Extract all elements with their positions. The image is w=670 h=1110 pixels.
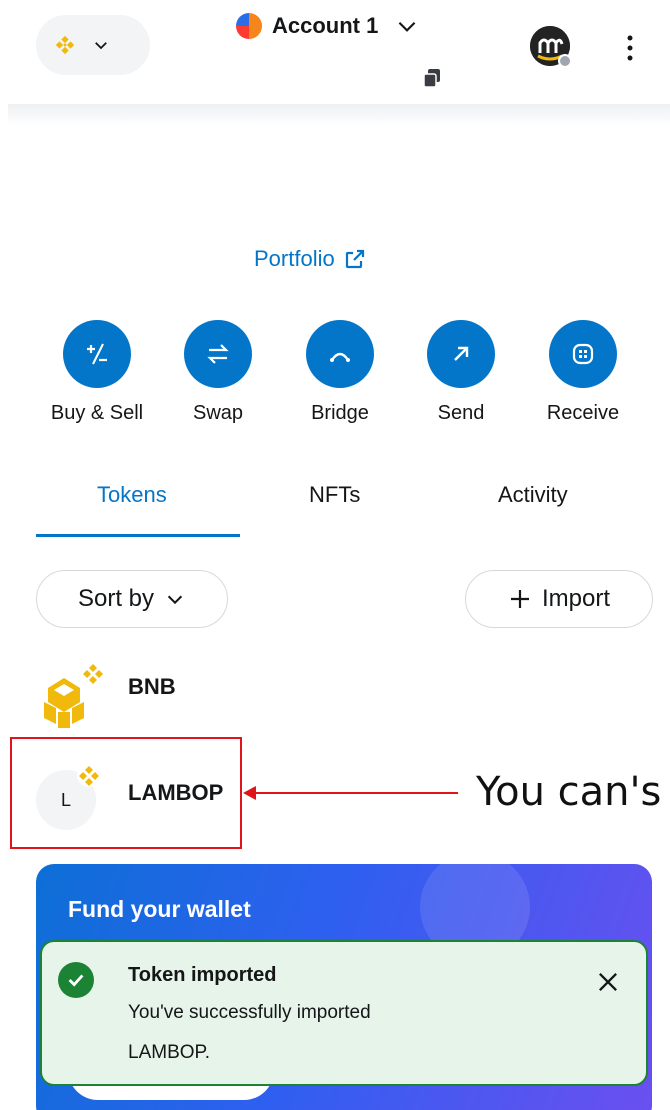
arrow-up-right-icon [454,346,469,361]
action-swap[interactable]: Swap [158,320,278,425]
bridge-button[interactable] [306,320,374,388]
close-icon[interactable] [594,968,622,996]
portfolio-link[interactable]: Portfolio [254,246,367,272]
buy-sell-button[interactable] [63,320,131,388]
action-receive[interactable]: Receive [523,320,643,425]
copy-icon[interactable] [420,66,444,90]
external-link-icon [345,249,364,269]
chevron-down-icon [399,21,416,32]
chevron-down-icon [95,42,107,50]
tab-nfts[interactable]: NFTs [309,482,360,508]
action-label: Receive [546,402,620,424]
action-label: Bridge [311,402,369,424]
account-name: Account 1 [272,13,379,38]
plus-icon [510,590,529,608]
active-tab-indicator [36,534,240,537]
action-label: Buy & Sell [50,402,144,424]
toast-title: Token imported [128,964,277,986]
network-selector[interactable] [36,15,150,75]
bridge-icon [330,352,350,362]
annotation-text: You can's [476,769,662,815]
token-row-bnb[interactable]: BNB [36,660,296,730]
annotation-arrow-line [254,792,458,794]
token-imported-toast: Token imported You've successfully impor… [40,940,648,1086]
header-shadow [8,104,670,126]
sort-by-button[interactable]: Sort by [36,570,228,628]
sort-by-label: Sort by [77,585,155,612]
action-send[interactable]: Send [401,320,521,425]
tab-activity[interactable]: Activity [498,482,568,508]
toast-message-token: LAMBOP. [128,1042,211,1063]
chevron-down-icon [167,595,183,605]
annotation-highlight-box [10,737,242,849]
swap-arrows-icon [207,344,229,364]
portfolio-label: Portfolio [254,246,335,271]
tab-tokens[interactable]: Tokens [97,482,167,508]
toast-message: You've successfully imported [128,1002,371,1023]
status-dot [558,54,572,68]
receive-button[interactable] [549,320,617,388]
import-button[interactable]: Import [465,570,653,628]
app-header: Account 1 [0,0,670,112]
action-buy-sell[interactable]: Buy & Sell [37,320,157,425]
avatar-icon[interactable] [530,26,572,68]
import-label: Import [541,585,610,612]
action-bridge[interactable]: Bridge [280,320,400,425]
action-label: Send [437,402,485,424]
plus-minus-icon [87,343,107,365]
bnb-badge-icon [81,661,105,685]
action-label: Swap [192,402,244,424]
kebab-menu-icon[interactable] [618,30,642,66]
success-check-icon [58,962,94,998]
bnb-icon [55,35,75,55]
account-selector[interactable]: Account 1 [236,8,420,44]
token-name: BNB [128,674,176,699]
swap-button[interactable] [184,320,252,388]
account-avatar [236,13,262,39]
qr-code-icon [572,343,594,365]
fund-card-title: Fund your wallet [68,896,251,922]
send-button[interactable] [427,320,495,388]
